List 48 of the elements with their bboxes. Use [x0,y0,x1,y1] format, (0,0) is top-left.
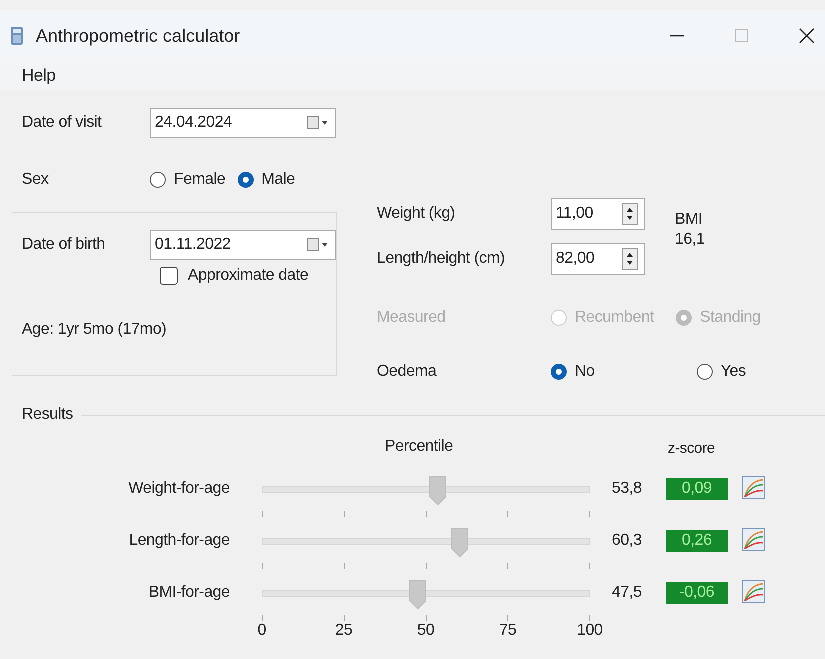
indicator-label: Weight-for-age [128,479,230,498]
growth-chart-icon[interactable] [742,580,766,604]
bmi-label: BMI [675,210,704,230]
field-label: Measured [377,309,447,327]
slider-thumb[interactable] [408,580,427,610]
percentile-value: 53,8 [612,479,643,498]
field-label: Weight (kg) [377,205,456,223]
slider-thumb[interactable] [450,528,469,558]
field-label: Date of birth [21,236,106,254]
radio-button[interactable]: Yes [696,363,746,381]
field-label: Length/height (cm) [377,250,506,268]
window-title: Anthropometric calculator [36,26,240,46]
age-text: Age: 1yr 5mo (17mo) [22,321,167,339]
radio-button[interactable]: Female [150,171,226,189]
percentile-value: 47,5 [612,583,643,602]
z-score-value: 0,09 [666,478,728,500]
field-label: Sex [21,171,50,189]
growth-chart-icon[interactable] [742,476,766,500]
date-picker[interactable]: 01.11.2022 [150,230,336,260]
slider-thumb[interactable] [429,476,448,506]
scale-label: 75 [499,622,517,640]
indicator-label: BMI-for-age [148,583,230,602]
scale-label: 0 [258,622,266,640]
calendar-dropdown-icon[interactable] [307,238,329,252]
group-title: Results [21,406,74,424]
column-header: Percentile [385,438,454,455]
field-label: Oedema [377,363,438,381]
column-header: z-score [668,440,716,457]
close-icon[interactable] [799,28,815,44]
menu-item[interactable]: Help [22,66,56,86]
calendar-dropdown-icon[interactable] [307,116,329,130]
number-spinner[interactable]: 82,00 [551,243,645,275]
date-picker[interactable]: 24.04.2024 [150,108,336,138]
number-spinner[interactable]: 11,00 [551,198,645,230]
z-score-value: -0,06 [666,582,728,604]
scale-label: 25 [335,622,353,640]
scale-label: 50 [417,622,435,640]
z-score-value: 0,26 [666,530,728,552]
percentile-value: 60,3 [612,531,643,550]
field-label: Date of visit [21,114,103,132]
calculator-icon [10,26,24,46]
radio-button[interactable]: Male [238,171,296,189]
checkbox[interactable]: Approximate date [160,267,309,285]
bmi-value: 16,1 [675,230,705,250]
scale-label: 100 [577,622,603,640]
indicator-label: Length-for-age [128,531,230,550]
radio-button[interactable]: No [551,363,595,381]
growth-chart-icon[interactable] [742,528,766,552]
